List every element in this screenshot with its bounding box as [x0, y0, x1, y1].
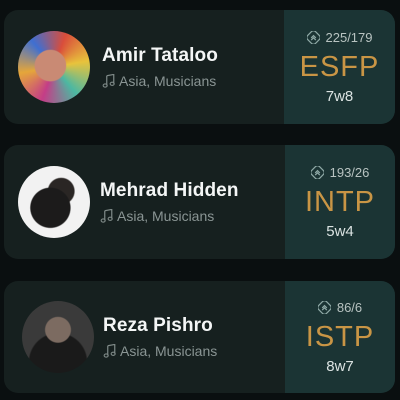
- vote-count: 86/6: [317, 299, 363, 315]
- vote-count: 225/179: [306, 29, 373, 45]
- avatar[interactable]: [22, 301, 94, 373]
- music-note-icon: [103, 344, 116, 358]
- vote-count: 193/26: [310, 164, 370, 180]
- personality-panel[interactable]: 86/6 ISTP 8w7: [285, 281, 395, 393]
- vote-icon: [306, 30, 320, 44]
- profile-info-area[interactable]: Mehrad Hidden Asia, Musicians: [4, 145, 286, 259]
- profile-category: Asia, Musicians: [103, 343, 217, 359]
- personality-type: INTP: [304, 185, 376, 218]
- profile-card[interactable]: Amir Tataloo Asia, Musicians 225/179 ESF…: [4, 10, 395, 124]
- avatar[interactable]: [18, 166, 90, 238]
- profile-info-area[interactable]: Amir Tataloo Asia, Musicians: [4, 10, 286, 124]
- profile-card[interactable]: Mehrad Hidden Asia, Musicians 193/26 INT…: [4, 145, 395, 259]
- vote-count-label: 193/26: [329, 164, 370, 180]
- enneagram-type: 7w8: [325, 87, 354, 105]
- vote-count-label: 86/6: [336, 299, 363, 315]
- profile-text: Reza Pishro Asia, Musicians: [103, 281, 217, 393]
- profile-info-area[interactable]: Reza Pishro Asia, Musicians: [4, 281, 286, 393]
- enneagram-type: 5w4: [326, 222, 354, 240]
- vote-icon: [317, 300, 331, 314]
- profile-list: Amir Tataloo Asia, Musicians 225/179 ESF…: [0, 0, 400, 400]
- category-label: Asia, Musicians: [119, 73, 217, 89]
- profile-text: Amir Tataloo Asia, Musicians: [102, 10, 218, 124]
- category-label: Asia, Musicians: [120, 343, 218, 359]
- vote-icon: [310, 165, 324, 179]
- vote-count-label: 225/179: [325, 29, 373, 45]
- profile-category: Asia, Musicians: [102, 73, 218, 89]
- music-note-icon: [100, 209, 113, 223]
- personality-panel[interactable]: 225/179 ESFP 7w8: [284, 10, 395, 124]
- profile-name[interactable]: Amir Tataloo: [102, 45, 218, 67]
- personality-type: ISTP: [305, 320, 375, 353]
- personality-type: ESFP: [299, 50, 380, 83]
- category-label: Asia, Musicians: [117, 208, 215, 224]
- profile-category: Asia, Musicians: [100, 208, 239, 224]
- music-note-icon: [102, 74, 115, 88]
- avatar[interactable]: [18, 31, 90, 103]
- profile-name[interactable]: Mehrad Hidden: [100, 180, 239, 202]
- profile-card[interactable]: Reza Pishro Asia, Musicians 86/6 ISTP 8w…: [4, 281, 395, 393]
- enneagram-type: 8w7: [326, 357, 354, 375]
- profile-name[interactable]: Reza Pishro: [103, 315, 217, 337]
- profile-text: Mehrad Hidden Asia, Musicians: [100, 145, 239, 259]
- personality-panel[interactable]: 193/26 INTP 5w4: [285, 145, 395, 259]
